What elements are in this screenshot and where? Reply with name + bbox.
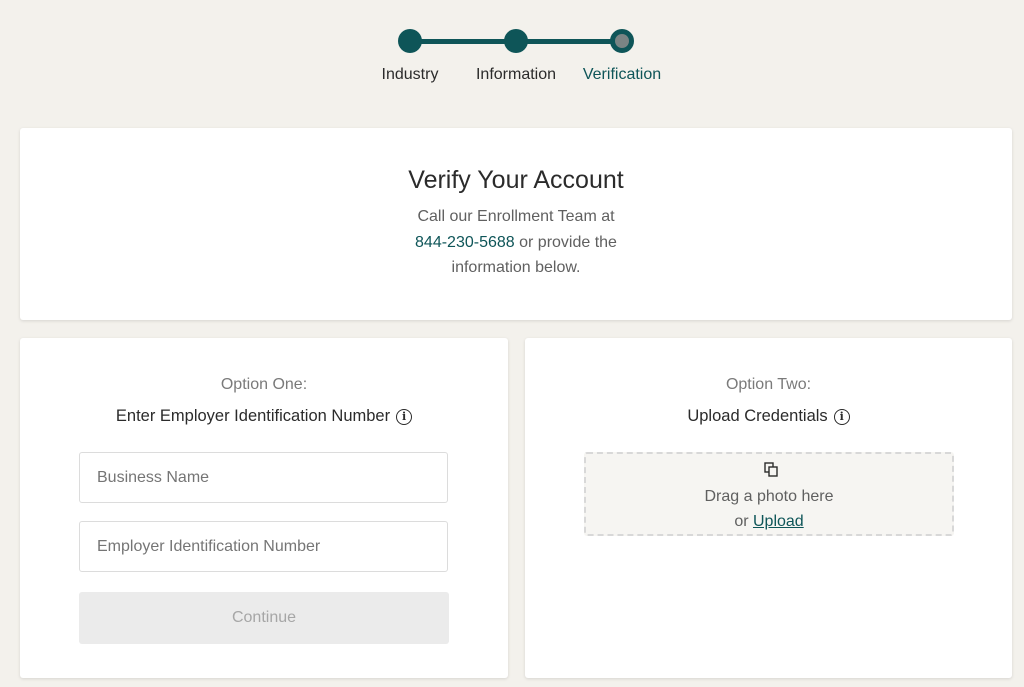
step-dot-verification bbox=[610, 29, 634, 53]
enrollment-phone-number: 844-230-5688 bbox=[415, 233, 515, 251]
option-two-card: Option Two: Upload Credentials i Drag a … bbox=[525, 338, 1012, 678]
photo-dropzone[interactable]: Drag a photo here or Upload bbox=[584, 452, 954, 536]
business-name-input[interactable] bbox=[79, 452, 448, 503]
drag-photo-text: Drag a photo here bbox=[704, 488, 834, 505]
description-line-1: Call our Enrollment Team at bbox=[417, 208, 615, 225]
option-two-title: Upload Credentials bbox=[687, 407, 828, 425]
info-icon[interactable]: i bbox=[396, 408, 413, 425]
page-title: Verify Your Account bbox=[408, 166, 624, 194]
continue-button[interactable]: Continue bbox=[79, 592, 449, 644]
step-label-information: Information bbox=[475, 66, 557, 83]
step-dot-industry bbox=[398, 29, 422, 53]
option-one-label: Option One: bbox=[220, 376, 308, 393]
description-line-3: information below. bbox=[451, 259, 581, 276]
progress-stepper: Industry Information Verification bbox=[0, 0, 1024, 110]
info-icon[interactable]: i bbox=[833, 408, 850, 425]
option-one-title-row: Enter Employer Identification Number i bbox=[20, 407, 508, 426]
step-label-industry: Industry bbox=[381, 66, 439, 83]
or-text: or bbox=[734, 513, 753, 530]
copy-icon bbox=[764, 462, 778, 477]
option-two-title-row: Upload Credentials i bbox=[525, 407, 1012, 426]
step-dot-information bbox=[504, 29, 528, 53]
option-one-title: Enter Employer Identification Number bbox=[115, 407, 391, 425]
ein-input[interactable] bbox=[79, 521, 448, 572]
description-line-2-suffix: or provide the bbox=[514, 233, 617, 251]
description-line-2: 844-230-5688 or provide the bbox=[20, 230, 1012, 256]
option-two-label: Option Two: bbox=[725, 376, 812, 393]
option-one-card: Option One: Enter Employer Identificatio… bbox=[20, 338, 508, 678]
step-label-verification: Verification bbox=[582, 66, 662, 83]
verify-header-card: Verify Your Account Call our Enrollment … bbox=[20, 128, 1012, 320]
upload-link[interactable]: Upload bbox=[753, 513, 804, 530]
verify-description: Call our Enrollment Team at 844-230-5688… bbox=[20, 204, 1012, 281]
upload-row: or Upload bbox=[586, 513, 952, 531]
